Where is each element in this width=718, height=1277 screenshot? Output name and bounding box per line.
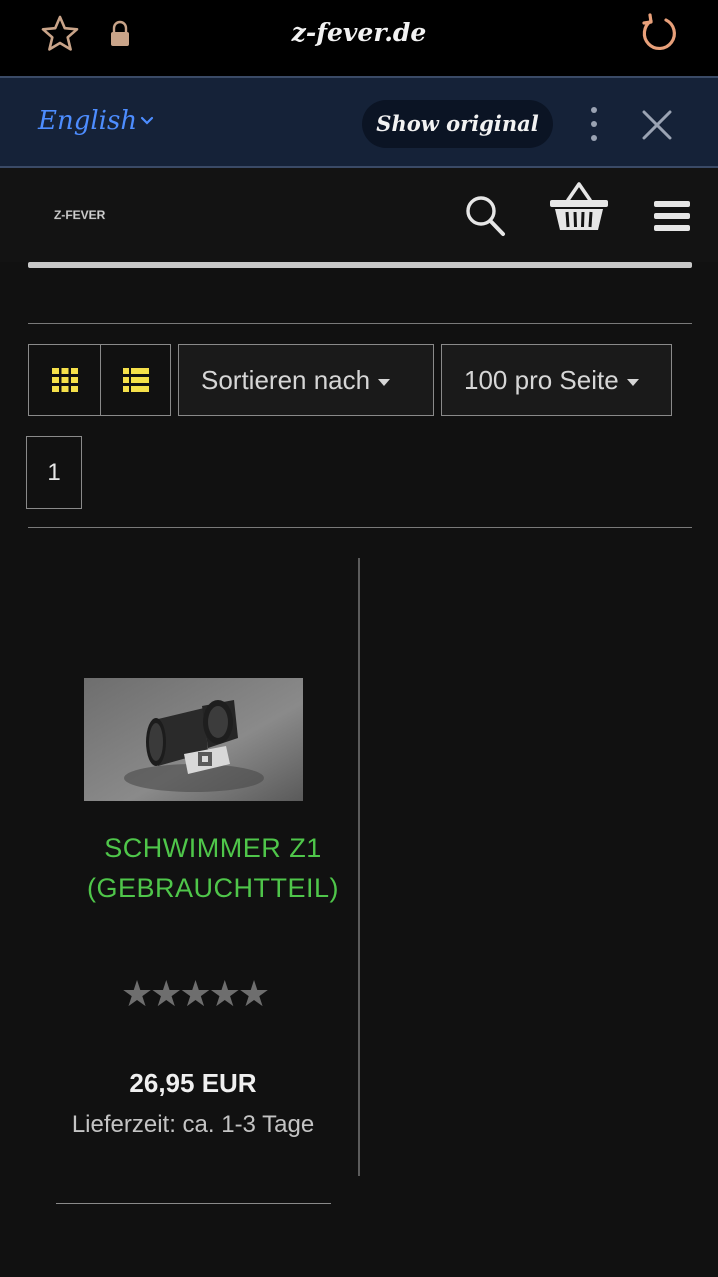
divider [28, 323, 692, 324]
caret-down-icon [378, 378, 391, 386]
close-icon[interactable] [640, 108, 674, 142]
sort-select[interactable]: Sortieren nach [178, 344, 434, 416]
product-image[interactable] [84, 678, 303, 801]
list-view-button[interactable] [100, 344, 171, 416]
per-page-select[interactable]: 100 pro Seite [441, 344, 672, 416]
pagination-page-1[interactable]: 1 [26, 436, 82, 509]
product-column-divider [358, 558, 360, 1176]
product-price: 26,95 EUR [129, 1068, 257, 1098]
product-title-link[interactable]: SCHWIMMER Z1 (GEBRAUCHTTEIL) [72, 828, 354, 908]
chevron-down-icon[interactable] [138, 114, 156, 128]
reload-icon[interactable] [638, 12, 680, 54]
hamburger-menu-icon[interactable] [652, 198, 692, 234]
show-original-button[interactable]: Show original [362, 100, 553, 148]
browser-url-bar: z-fever.de [0, 0, 718, 76]
site-logo[interactable]: Z-FEVER [54, 208, 106, 222]
sort-select-label: Sortieren nach [201, 365, 371, 395]
rating-stars: ★★★★★ [120, 974, 270, 1015]
translate-language[interactable]: English [38, 106, 137, 136]
header-divider [28, 262, 692, 268]
site-header: Z-FEVER [0, 168, 718, 262]
url-domain[interactable]: z-fever.de [0, 18, 718, 47]
translate-bar: English Show original [0, 76, 718, 168]
card-bottom-divider [56, 1203, 331, 1204]
list-view-icon [123, 368, 149, 392]
search-icon[interactable] [464, 194, 506, 238]
divider [28, 527, 692, 528]
per-page-select-label: 100 pro Seite [464, 365, 619, 395]
more-options-icon[interactable] [582, 104, 606, 144]
basket-icon[interactable] [548, 180, 610, 232]
grid-view-icon [52, 368, 78, 392]
caret-down-icon [626, 378, 639, 386]
grid-view-button[interactable] [28, 344, 101, 416]
delivery-time: Lieferzeit: ca. 1-3 Tage [71, 1111, 315, 1138]
